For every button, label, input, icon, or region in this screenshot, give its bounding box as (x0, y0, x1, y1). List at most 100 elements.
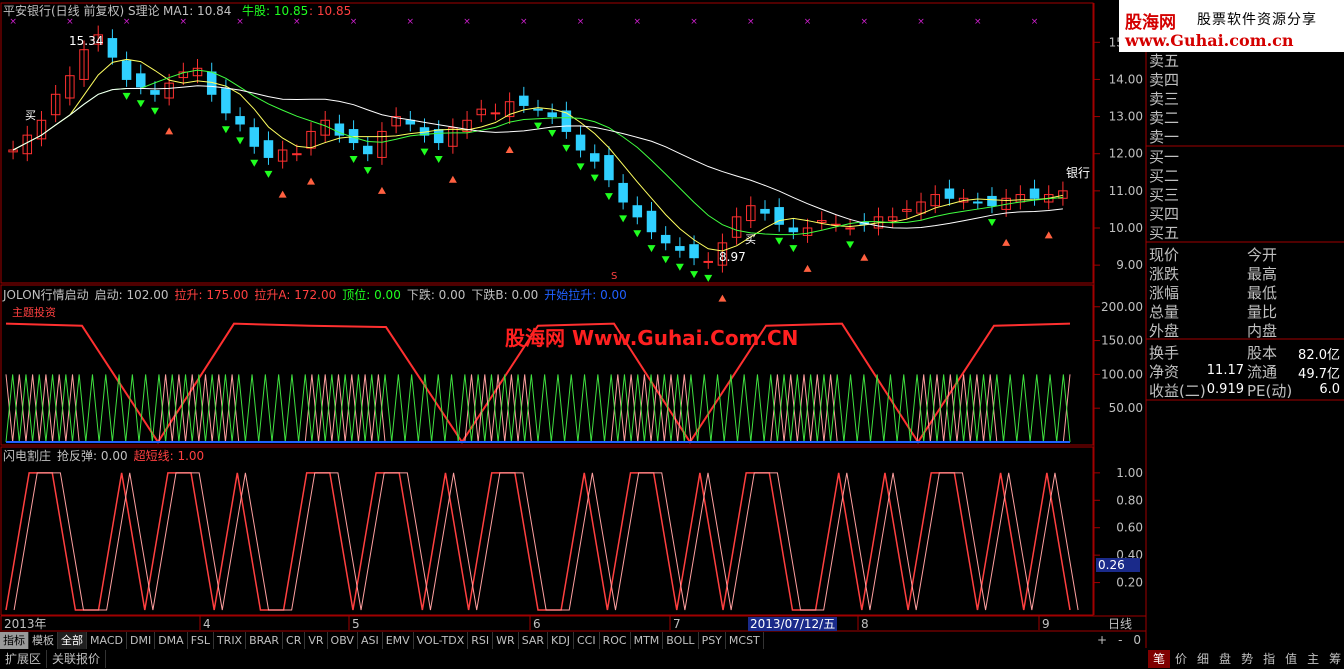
ind-tick-label: 100.00 (1101, 367, 1143, 381)
zoom-control-1[interactable]: - (1118, 633, 1122, 647)
candle-body (547, 112, 557, 118)
right-tab-3[interactable]: 盘 (1214, 650, 1236, 668)
tab-trix[interactable]: TRIX (214, 632, 247, 649)
brand-banner[interactable]: 股海网 股票软件资源分享 www.Guhai.com.cn (1119, 0, 1344, 52)
buy-arrow (307, 177, 316, 185)
quote-left-2: 涨幅 (1149, 284, 1180, 302)
candle-body (433, 129, 444, 144)
tab-模板[interactable]: 模板 (29, 632, 58, 649)
tab-wr[interactable]: WR (493, 632, 519, 649)
buy-arrow (718, 294, 727, 302)
quote-right-1: 最高 (1247, 265, 1278, 283)
tab-macd[interactable]: MACD (87, 632, 127, 649)
tab-dma[interactable]: DMA (155, 632, 188, 649)
sell-arrow (576, 163, 585, 171)
lightning-item-0: 抢反弹: 0.00 (57, 449, 128, 463)
right-tab-7[interactable]: 主 (1302, 650, 1324, 668)
right-tab-8[interactable]: 筹 (1324, 650, 1344, 668)
buy-level-1: 买一 (1149, 148, 1180, 166)
price-tick-label: 9.00 (1116, 258, 1143, 272)
tab-boll[interactable]: BOLL (663, 632, 699, 649)
brand-url: www.Guhai.com.cn (1125, 31, 1294, 50)
fantan-line (13, 472, 1079, 611)
tab-sar[interactable]: SAR (519, 632, 549, 649)
osc-tick-label: 0.20 (1116, 576, 1143, 590)
tab-roc[interactable]: ROC (600, 632, 631, 649)
x-label-1: 4 (203, 617, 211, 631)
bottom-tab-1[interactable]: 关联报价 (47, 650, 107, 668)
sell-arrow (264, 170, 273, 178)
tab-brar[interactable]: BRAR (246, 632, 284, 649)
tab-mtm[interactable]: MTM (631, 632, 664, 649)
zoom-control-0[interactable]: + (1097, 633, 1107, 647)
signal-cross: × (577, 17, 585, 27)
right-tab-0[interactable]: 笔 (1148, 650, 1171, 668)
tab-vr[interactable]: VR (305, 632, 328, 649)
right-tab-2[interactable]: 细 (1192, 650, 1214, 668)
indicator-panel-frame (0, 284, 1094, 446)
tab-指标[interactable]: 指标 (0, 632, 29, 649)
ma1-readout: MA1: 10.84 (163, 4, 232, 18)
buy-arrow (165, 127, 174, 135)
tab-emv[interactable]: EMV (383, 632, 414, 649)
buy-arrow (278, 190, 287, 198)
tab-dmi[interactable]: DMI (127, 632, 156, 649)
brand-logo: 股海网 (1125, 13, 1176, 33)
right-tabbar: 笔价细盘势指值主筹 (1148, 650, 1344, 668)
quote-row-rlabel-0: 股本 (1247, 344, 1278, 362)
tab-asi[interactable]: ASI (358, 632, 383, 649)
candle-body (689, 244, 699, 259)
high-label: 15.34 (69, 34, 104, 48)
bottom-tabbar: 扩展区 关联报价 (0, 650, 107, 668)
sell-arrow (775, 237, 784, 245)
tab-kdj[interactable]: KDJ (548, 632, 574, 649)
price-tick-label: 10.00 (1109, 221, 1143, 235)
s-marker: S (611, 271, 618, 282)
candle-body (575, 134, 586, 151)
tab-rsi[interactable]: RSI (468, 632, 494, 649)
bottom-tab-0[interactable]: 扩展区 (0, 650, 48, 668)
candle-body (618, 182, 628, 203)
niu-readout: 牛股: 10.85 (242, 4, 309, 18)
candle-body (845, 227, 855, 230)
signal-cross: × (1031, 17, 1039, 27)
jolon-item-5: 下跌B: 0.00 (471, 288, 539, 302)
sell-arrow (633, 230, 642, 238)
sell-arrow (846, 241, 855, 249)
tab-mcst[interactable]: MCST (726, 632, 764, 649)
candle-body (760, 208, 770, 214)
right-tab-4[interactable]: 势 (1236, 650, 1258, 668)
buy-arrow (860, 253, 869, 261)
candle-body (292, 153, 302, 156)
signal-cross: × (861, 17, 869, 27)
tab-cr[interactable]: CR (283, 632, 306, 649)
tab-vol-tdx[interactable]: VOL-TDX (414, 632, 469, 649)
zoom-control-2[interactable]: 0 (1133, 633, 1141, 647)
right-tab-1[interactable]: 价 (1170, 650, 1192, 668)
right-tab-6[interactable]: 值 (1280, 650, 1302, 668)
buy-arrow (448, 175, 457, 183)
current-value-badge: 0.26 (1096, 558, 1140, 572)
candle-body (675, 246, 685, 251)
sell-arrow (987, 219, 996, 227)
candle-body (604, 155, 614, 181)
signal-cross: × (634, 17, 642, 27)
buy-level-5: 买五 (1149, 224, 1180, 242)
right-tab-5[interactable]: 指 (1258, 650, 1280, 668)
quote-left-1: 涨跌 (1149, 265, 1180, 283)
stock-tag: 银行 (1066, 166, 1091, 180)
tab-cci[interactable]: CCI (574, 632, 600, 649)
sell-arrow (548, 130, 557, 137)
x-label-4: 7 (673, 617, 681, 631)
tab-fsl[interactable]: FSL (188, 632, 214, 649)
candle-body (660, 234, 671, 244)
osc-tick-label: 0.80 (1116, 493, 1143, 507)
quote-row-rvalue-0: 82.0亿 (1298, 348, 1340, 363)
signal-cross: × (407, 17, 415, 27)
candle-body (221, 88, 231, 114)
sell-level-1: 卖一 (1149, 128, 1180, 146)
x-label-2: 5 (352, 617, 360, 631)
tab-全部[interactable]: 全部 (58, 632, 87, 649)
tab-psy[interactable]: PSY (699, 632, 726, 649)
tab-obv[interactable]: OBV (328, 632, 358, 649)
